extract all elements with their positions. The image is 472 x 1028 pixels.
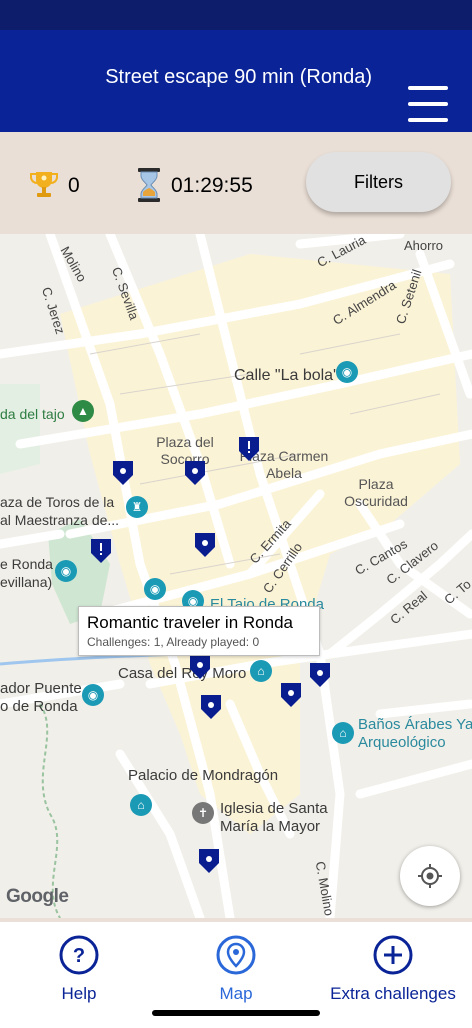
challenge-marker[interactable] xyxy=(198,848,220,874)
museum-icon[interactable]: ⌂ xyxy=(332,722,354,744)
poi-label: o de Ronda xyxy=(0,698,78,715)
hourglass-icon xyxy=(137,168,161,202)
camera-icon[interactable]: ◉ xyxy=(144,578,166,600)
challenge-marker[interactable] xyxy=(189,654,211,680)
tree-icon[interactable]: ▲ xyxy=(72,400,94,422)
score-value: 0 xyxy=(68,174,80,197)
app-header: Street escape 90 min (Ronda) xyxy=(0,30,472,132)
challenge-marker[interactable] xyxy=(194,532,216,558)
street-label: Ahorro xyxy=(404,238,444,253)
tab-help[interactable]: ? Help xyxy=(4,934,154,1014)
tab-label: Help xyxy=(61,984,97,1003)
tab-map[interactable]: Map xyxy=(161,934,311,1014)
church-icon[interactable]: ✝ xyxy=(192,802,214,824)
challenge-marker-new[interactable] xyxy=(90,538,112,564)
poi-label: Casa del Rey Moro xyxy=(118,665,247,682)
challenge-marker[interactable] xyxy=(184,460,206,486)
place-label: Plaza Oscuridad xyxy=(344,476,408,509)
marker-info-window[interactable]: Romantic traveler in Ronda Challenges: 1… xyxy=(78,606,320,656)
tab-label: Extra challenges xyxy=(330,984,456,1003)
camera-icon[interactable]: ◉ xyxy=(82,684,104,706)
challenge-marker-new[interactable] xyxy=(238,436,260,462)
info-window-subtitle: Challenges: 1, Already played: 0 xyxy=(87,635,260,649)
poi-label: e Ronda xyxy=(0,556,53,572)
trophy-icon xyxy=(30,170,58,207)
camera-icon[interactable]: ◉ xyxy=(55,560,77,582)
tab-label: Map xyxy=(219,984,253,1003)
plus-circle-icon xyxy=(373,935,413,975)
challenge-marker[interactable] xyxy=(280,682,302,708)
poi-label: da del tajo xyxy=(0,406,65,422)
svg-text:?: ? xyxy=(73,945,85,967)
challenge-marker[interactable] xyxy=(112,460,134,486)
museum-icon[interactable]: ⌂ xyxy=(130,794,152,816)
poi-label: Palacio de Mondragón xyxy=(128,767,279,784)
poi-label: aza de Toros de la xyxy=(0,494,115,510)
poi-label: Calle "La bola" xyxy=(234,367,339,384)
poi-label: Arqueológico xyxy=(358,734,446,751)
info-window-title: Romantic traveler in Ronda xyxy=(87,613,293,632)
status-bar xyxy=(0,0,472,30)
museum-icon[interactable]: ⌂ xyxy=(250,660,272,682)
game-status-bar: 0 01:29:55 Filters xyxy=(0,132,472,234)
poi-label: ador Puente xyxy=(0,680,82,697)
map-view[interactable]: Molino C. Jerez C. Sevilla C. Lauria Aho… xyxy=(0,234,472,918)
poi-label: Baños Árabes Ya xyxy=(358,716,472,733)
poi-label: Iglesia de Santa xyxy=(220,800,328,817)
poi-label: evillana) xyxy=(0,574,53,590)
google-logo: Google xyxy=(6,886,69,907)
camera-icon[interactable]: ◉ xyxy=(336,361,358,383)
filters-button[interactable]: Filters xyxy=(306,152,451,212)
my-location-button[interactable] xyxy=(400,846,460,906)
home-indicator xyxy=(152,1010,320,1016)
tab-extra-challenges[interactable]: Extra challenges xyxy=(318,934,468,1014)
map-pin-icon xyxy=(216,935,256,975)
hamburger-menu-icon[interactable] xyxy=(402,86,452,126)
poi-label: al Maestranza de... xyxy=(0,512,120,528)
challenge-marker[interactable] xyxy=(309,662,331,688)
help-icon: ? xyxy=(59,935,99,975)
countdown-timer: 01:29:55 xyxy=(171,174,253,197)
challenge-marker[interactable] xyxy=(200,694,222,720)
page-title: Street escape 90 min (Ronda) xyxy=(105,66,372,88)
monument-icon[interactable]: ♜ xyxy=(126,496,148,518)
poi-label: María la Mayor xyxy=(220,818,321,835)
my-location-icon xyxy=(418,864,442,888)
